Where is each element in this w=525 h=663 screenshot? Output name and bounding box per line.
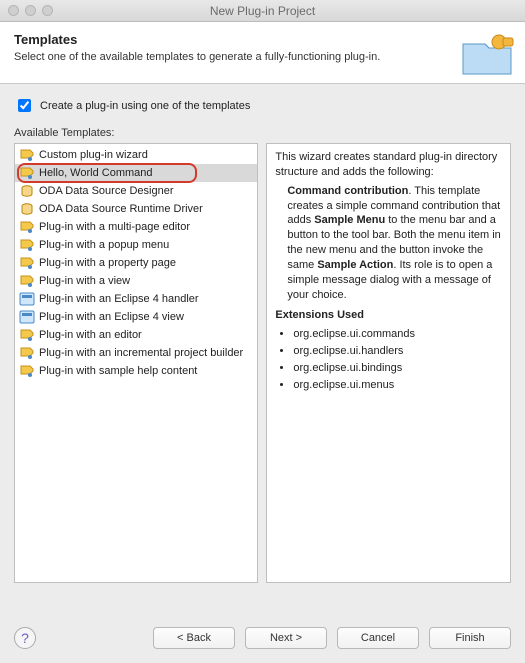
template-item[interactable]: ODA Data Source Designer	[15, 182, 257, 200]
cancel-button[interactable]: Cancel	[337, 627, 419, 649]
template-item[interactable]: Plug-in with a property page	[15, 254, 257, 272]
window-title: New Plug-in Project	[0, 4, 525, 18]
titlebar: New Plug-in Project	[0, 0, 525, 22]
wizard-icon	[19, 237, 35, 253]
template-item[interactable]: Plug-in with an Eclipse 4 view	[15, 308, 257, 326]
folder-plugin-icon	[459, 28, 515, 78]
datasource-icon	[19, 201, 35, 217]
template-list[interactable]: Custom plug-in wizard Hello, World Comman…	[14, 143, 258, 583]
template-item-label: ODA Data Source Designer	[39, 183, 174, 199]
available-templates-label: Available Templates:	[14, 127, 511, 139]
help-icon[interactable]: ?	[14, 627, 36, 649]
wizard-icon	[19, 273, 35, 289]
wizard-icon	[19, 147, 35, 163]
window-controls	[8, 5, 53, 16]
template-item-label: Custom plug-in wizard	[39, 147, 148, 163]
template-item[interactable]: ODA Data Source Runtime Driver	[15, 200, 257, 218]
next-button[interactable]: Next >	[245, 627, 327, 649]
use-template-checkbox[interactable]	[18, 99, 31, 112]
extension-item: org.eclipse.ui.bindings	[293, 361, 502, 376]
description-intro: This wizard creates standard plug-in dir…	[275, 150, 502, 180]
description-paragraph: Command contribution. This template crea…	[287, 184, 502, 303]
template-item[interactable]: Plug-in with a multi-page editor	[15, 218, 257, 236]
extension-item: org.eclipse.ui.menus	[293, 378, 502, 393]
e4-icon	[19, 309, 35, 325]
template-description: This wizard creates standard plug-in dir…	[266, 143, 511, 583]
template-item-label: Plug-in with sample help content	[39, 363, 197, 379]
template-item-label: Plug-in with an Eclipse 4 handler	[39, 291, 199, 307]
template-item[interactable]: Plug-in with an Eclipse 4 handler	[15, 290, 257, 308]
zoom-window-icon[interactable]	[42, 5, 53, 16]
extensions-list: org.eclipse.ui.commands org.eclipse.ui.ha…	[275, 327, 502, 392]
template-item[interactable]: Hello, World Command	[15, 164, 257, 182]
e4-icon	[19, 291, 35, 307]
template-item[interactable]: Plug-in with an incremental project buil…	[15, 344, 257, 362]
template-item[interactable]: Plug-in with an editor	[15, 326, 257, 344]
template-item[interactable]: Plug-in with a view	[15, 272, 257, 290]
template-item-label: Plug-in with an incremental project buil…	[39, 345, 243, 361]
back-button[interactable]: < Back	[153, 627, 235, 649]
wizard-icon	[19, 363, 35, 379]
template-item[interactable]: Plug-in with sample help content	[15, 362, 257, 380]
close-window-icon[interactable]	[8, 5, 19, 16]
use-template-label: Create a plug-in using one of the templa…	[40, 100, 250, 112]
template-item[interactable]: Plug-in with a popup menu	[15, 236, 257, 254]
template-item-label: Plug-in with a multi-page editor	[39, 219, 190, 235]
template-item-label: Plug-in with a property page	[39, 255, 176, 271]
template-item-label: Hello, World Command	[39, 165, 153, 181]
template-item[interactable]: Custom plug-in wizard	[15, 146, 257, 164]
wizard-icon	[19, 327, 35, 343]
wizard-header: Templates Select one of the available te…	[0, 22, 525, 84]
page-subtitle: Select one of the available templates to…	[14, 51, 511, 63]
use-template-checkbox-row[interactable]: Create a plug-in using one of the templa…	[14, 96, 511, 115]
finish-button[interactable]: Finish	[429, 627, 511, 649]
extensions-heading: Extensions Used	[275, 308, 502, 323]
datasource-icon	[19, 183, 35, 199]
wizard-icon	[19, 219, 35, 235]
template-item-label: Plug-in with a view	[39, 273, 130, 289]
template-item-label: Plug-in with an Eclipse 4 view	[39, 309, 184, 325]
minimize-window-icon[interactable]	[25, 5, 36, 16]
template-item-label: Plug-in with a popup menu	[39, 237, 169, 253]
wizard-icon	[19, 165, 35, 181]
extension-item: org.eclipse.ui.handlers	[293, 344, 502, 359]
wizard-icon	[19, 255, 35, 271]
template-item-label: Plug-in with an editor	[39, 327, 142, 343]
page-title: Templates	[14, 32, 511, 47]
template-item-label: ODA Data Source Runtime Driver	[39, 201, 203, 217]
wizard-icon	[19, 345, 35, 361]
extension-item: org.eclipse.ui.commands	[293, 327, 502, 342]
wizard-footer: ? < Back Next > Cancel Finish	[0, 617, 525, 663]
